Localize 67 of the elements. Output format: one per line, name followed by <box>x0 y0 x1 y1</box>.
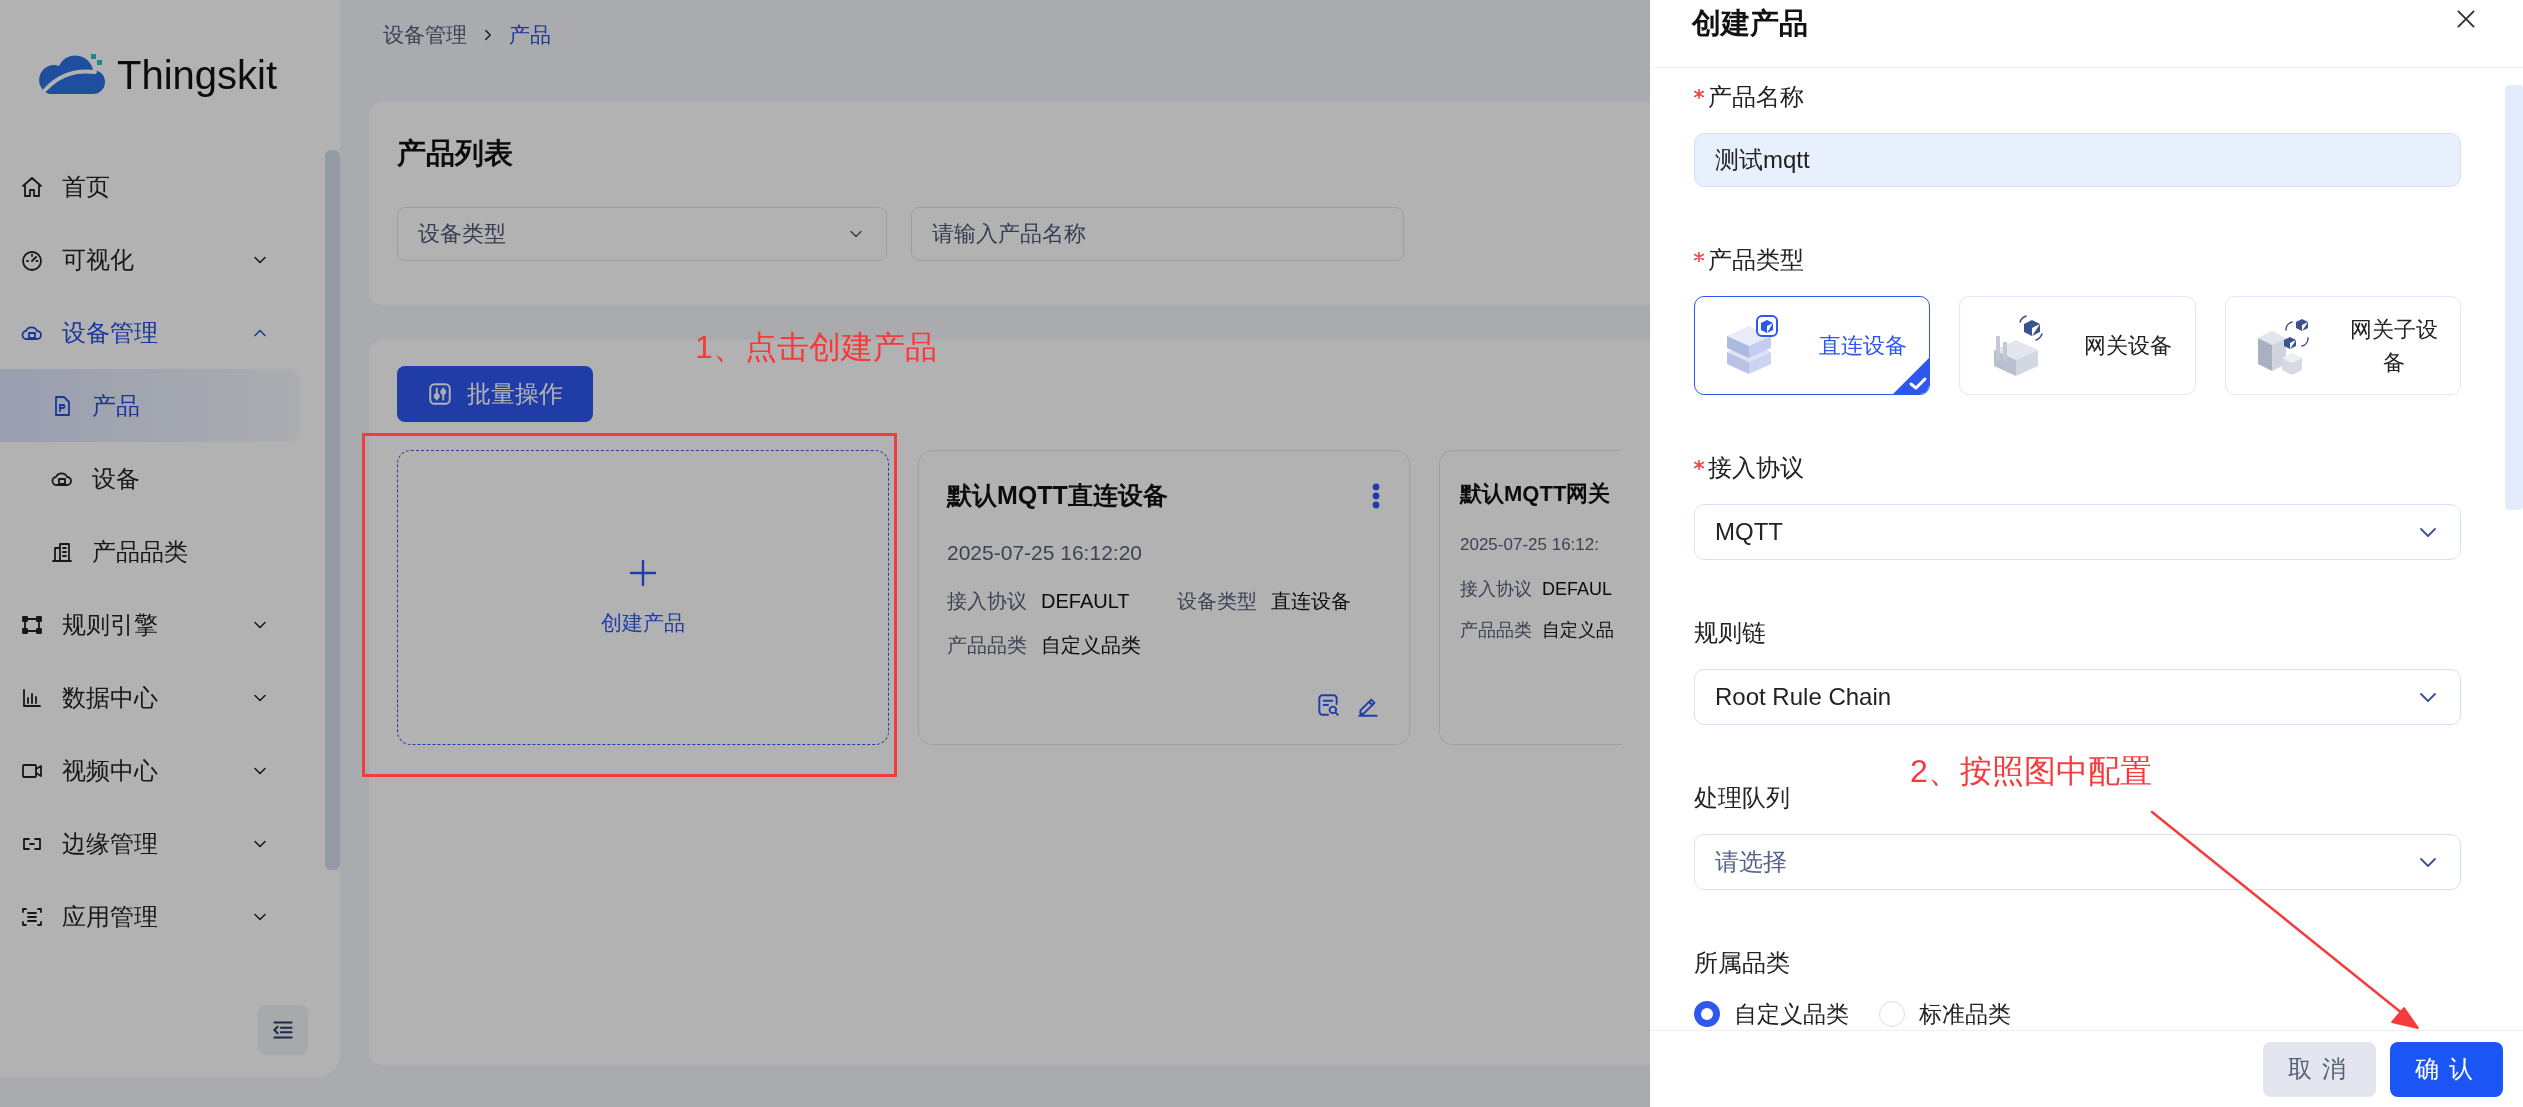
product-time: 2025-07-25 16:12:20 <box>947 539 1143 566</box>
product-type-option[interactable]: 直连设备 <box>1694 296 1931 395</box>
sidebar-item[interactable]: 数据中心 <box>0 661 300 734</box>
scrollbar[interactable] <box>325 150 340 870</box>
sidebar-item[interactable]: 产品品类 <box>0 515 300 588</box>
sidebar-item[interactable]: 边缘管理 <box>0 807 300 880</box>
confirm-button[interactable]: 确认 <box>2390 1041 2503 1097</box>
check-icon <box>1893 358 1930 394</box>
name-field[interactable]: 请输入产品名称 <box>911 206 1404 261</box>
create-label: 创建产品 <box>601 609 685 636</box>
annotation-text: 1、点击创建产品 <box>695 328 937 367</box>
panel-title: 产品列表 <box>397 136 514 171</box>
field-label: 产品名称 <box>1708 82 1804 112</box>
field-value: DEFAUL <box>1542 577 1613 601</box>
view-details-icon[interactable] <box>1315 692 1341 718</box>
device-type-select[interactable]: 设备类型 <box>397 206 887 261</box>
sidebar-item[interactable]: 可视化 <box>0 223 300 296</box>
product-type-option[interactable]: 网关设备 <box>1959 296 2196 395</box>
field-label: 产品类型 <box>1708 245 1804 275</box>
field-label: 接入协议 <box>1708 453 1804 483</box>
select-field[interactable]: MQTT <box>1694 504 2461 560</box>
field-value: 直连设备 <box>1271 589 1351 614</box>
required-asterisk-icon <box>1694 89 1704 99</box>
sidebar-item[interactable]: 应用管理 <box>0 880 300 953</box>
field-value: 自定义品类 <box>1041 633 1141 658</box>
product-name: 默认MQTT网关 <box>1460 480 1611 508</box>
product-type-option[interactable]: 网关子设备 <box>2224 296 2461 395</box>
scrollbar[interactable] <box>2505 85 2523 510</box>
breadcrumb-link[interactable]: 设备管理 <box>383 19 467 51</box>
sliders-icon <box>427 381 453 407</box>
more-icon[interactable] <box>1371 482 1381 509</box>
product-card[interactable]: 默认MQTT直连设备 2025-07-25 16:12:20 接入协议 DEFAULT 设备类型 直连设备 产品品类 自定义品类 <box>918 450 1410 745</box>
product-name: 默认MQTT直连设备 <box>947 480 1168 511</box>
field-label: 设备类型 <box>1177 589 1257 614</box>
field-value: DEFAULT <box>1041 589 1130 614</box>
sidebar-item[interactable]: 视频中心 <box>0 734 300 807</box>
field-label: 规则链 <box>1694 618 1766 648</box>
house-icon <box>20 174 44 199</box>
drawer-title: 创建产品 <box>1692 6 1808 41</box>
field-label: 产品品类 <box>1460 618 1532 642</box>
field-label: 接入协议 <box>947 589 1027 614</box>
field-label: 接入协议 <box>1460 577 1532 601</box>
cancel-button[interactable]: 取消 <box>2263 1041 2376 1097</box>
product-time: 2025-07-25 16:12: <box>1460 534 1600 556</box>
sidebar-item[interactable]: 规则引擎 <box>0 588 300 661</box>
batch-button[interactable]: 批量操作 <box>397 366 593 422</box>
radio-option[interactable]: 自定义品类 <box>1694 996 1849 1030</box>
field-label: 所属品类 <box>1694 948 1790 978</box>
required-asterisk-icon <box>1694 252 1704 262</box>
sidebar-item[interactable]: 设备 <box>0 442 300 515</box>
select-field[interactable]: 请选择 <box>1694 834 2461 890</box>
text-field[interactable]: 测试mqtt <box>1694 133 2461 187</box>
sidebar-item[interactable]: 设备管理 <box>0 296 300 369</box>
sidebar-item[interactable]: 产品 <box>0 369 300 442</box>
field-value: 自定义品 <box>1542 618 1614 642</box>
annotation-text: 2、按照图中配置 <box>1910 752 2152 791</box>
logo-text: Thingskit <box>117 52 278 99</box>
required-asterisk-icon <box>1694 460 1704 470</box>
product-card[interactable]: 默认MQTT网关 2025-07-25 16:12: 接入协议 DEFAUL 产品品类 自定义品 <box>1439 450 1622 745</box>
radio-option[interactable]: 标准品类 <box>1879 996 2011 1030</box>
field-label: 产品品类 <box>947 633 1027 658</box>
sidebar-item[interactable]: 首页 <box>0 150 300 223</box>
breadcrumb-link[interactable]: 产品 <box>509 19 551 51</box>
create-product-card[interactable]: 创建产品 <box>397 450 889 745</box>
select-field[interactable]: Root Rule Chain <box>1694 669 2461 725</box>
field-label: 处理队列 <box>1694 783 1790 813</box>
collapse-button[interactable] <box>258 1005 308 1055</box>
